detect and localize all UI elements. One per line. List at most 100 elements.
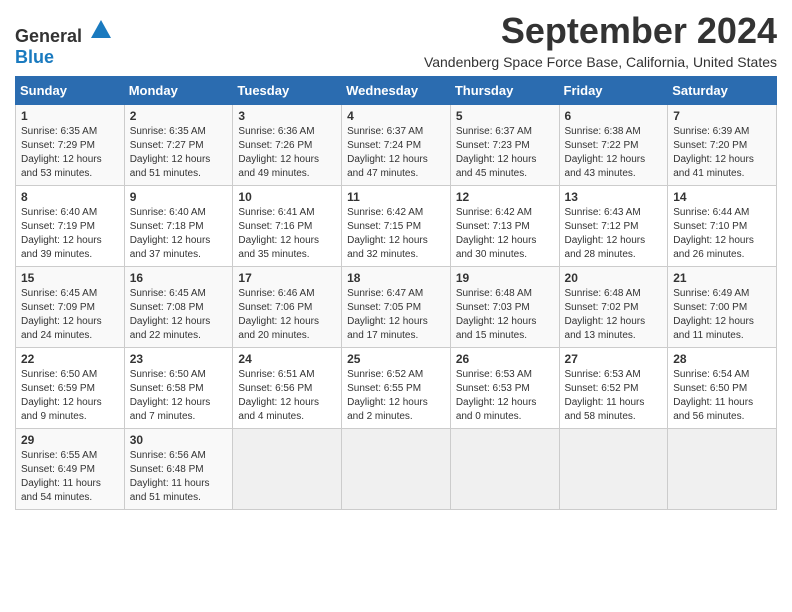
calendar-cell: 26 Sunrise: 6:53 AM Sunset: 6:53 PM Dayli… xyxy=(450,348,559,429)
days-header-row: SundayMondayTuesdayWednesdayThursdayFrid… xyxy=(16,77,777,105)
calendar-cell: 13Sunrise: 6:43 AM Sunset: 7:12 PM Dayli… xyxy=(559,186,668,267)
day-info: Sunrise: 6:42 AM Sunset: 7:13 PM Dayligh… xyxy=(456,206,554,262)
logo-general: General xyxy=(15,26,82,46)
day-number: 13 xyxy=(565,190,663,204)
calendar-cell: 29 Sunrise: 6:55 AM Sunset: 6:49 PM Dayli… xyxy=(16,429,125,510)
calendar-week-row: 15 Sunrise: 6:45 AM Sunset: 7:09 PM Dayli… xyxy=(16,267,777,348)
day-number: 27 xyxy=(565,352,663,366)
calendar-cell: 17Sunrise: 6:46 AM Sunset: 7:06 PM Dayli… xyxy=(233,267,342,348)
logo: General Blue xyxy=(15,18,113,68)
day-info: Sunrise: 6:48 AM Sunset: 7:02 PM Dayligh… xyxy=(565,287,663,343)
day-number: 3 xyxy=(238,109,336,123)
day-info: Sunrise: 6:42 AM Sunset: 7:15 PM Dayligh… xyxy=(347,206,445,262)
calendar-cell: 15 Sunrise: 6:45 AM Sunset: 7:09 PM Dayli… xyxy=(16,267,125,348)
calendar-cell: 10 Sunrise: 6:41 AM Sunset: 7:16 PM Dayli… xyxy=(233,186,342,267)
calendar-cell: 19 Sunrise: 6:48 AM Sunset: 7:03 PM Dayli… xyxy=(450,267,559,348)
day-number: 29 xyxy=(21,433,119,447)
day-info: Sunrise: 6:52 AM Sunset: 6:55 PM Dayligh… xyxy=(347,368,445,424)
day-info: Sunrise: 6:44 AM Sunset: 7:10 PM Dayligh… xyxy=(673,206,771,262)
calendar-cell: 25 Sunrise: 6:52 AM Sunset: 6:55 PM Dayli… xyxy=(342,348,451,429)
calendar-cell: 7 Sunrise: 6:39 AM Sunset: 7:20 PM Daylig… xyxy=(668,105,777,186)
calendar-cell: 22 Sunrise: 6:50 AM Sunset: 6:59 PM Dayli… xyxy=(16,348,125,429)
header: General Blue September 2024 Vandenberg S… xyxy=(15,10,777,70)
calendar-cell xyxy=(668,429,777,510)
day-of-week-header: Friday xyxy=(559,77,668,105)
calendar-cell: 30Sunrise: 6:56 AM Sunset: 6:48 PM Dayli… xyxy=(124,429,233,510)
day-number: 9 xyxy=(130,190,228,204)
day-number: 5 xyxy=(456,109,554,123)
day-info: Sunrise: 6:56 AM Sunset: 6:48 PM Dayligh… xyxy=(130,449,228,505)
calendar-cell: 18 Sunrise: 6:47 AM Sunset: 7:05 PM Dayli… xyxy=(342,267,451,348)
day-of-week-header: Saturday xyxy=(668,77,777,105)
day-number: 20 xyxy=(565,271,663,285)
calendar-cell: 2Sunrise: 6:35 AM Sunset: 7:27 PM Daylig… xyxy=(124,105,233,186)
day-info: Sunrise: 6:38 AM Sunset: 7:22 PM Dayligh… xyxy=(565,125,663,181)
day-number: 10 xyxy=(238,190,336,204)
day-info: Sunrise: 6:45 AM Sunset: 7:08 PM Dayligh… xyxy=(130,287,228,343)
calendar-cell: 20 Sunrise: 6:48 AM Sunset: 7:02 PM Dayli… xyxy=(559,267,668,348)
calendar-cell: 3 Sunrise: 6:36 AM Sunset: 7:26 PM Daylig… xyxy=(233,105,342,186)
day-info: Sunrise: 6:53 AM Sunset: 6:52 PM Dayligh… xyxy=(565,368,663,424)
day-number: 22 xyxy=(21,352,119,366)
day-info: Sunrise: 6:50 AM Sunset: 6:59 PM Dayligh… xyxy=(21,368,119,424)
calendar-cell xyxy=(342,429,451,510)
day-info: Sunrise: 6:40 AM Sunset: 7:19 PM Dayligh… xyxy=(21,206,119,262)
calendar-cell xyxy=(233,429,342,510)
day-info: Sunrise: 6:40 AM Sunset: 7:18 PM Dayligh… xyxy=(130,206,228,262)
calendar-cell: 28 Sunrise: 6:54 AM Sunset: 6:50 PM Dayli… xyxy=(668,348,777,429)
day-info: Sunrise: 6:50 AM Sunset: 6:58 PM Dayligh… xyxy=(130,368,228,424)
day-number: 16 xyxy=(130,271,228,285)
day-of-week-header: Thursday xyxy=(450,77,559,105)
day-number: 24 xyxy=(238,352,336,366)
day-info: Sunrise: 6:46 AM Sunset: 7:06 PM Dayligh… xyxy=(238,287,336,343)
calendar-cell: 12Sunrise: 6:42 AM Sunset: 7:13 PM Dayli… xyxy=(450,186,559,267)
calendar-cell xyxy=(450,429,559,510)
day-info: Sunrise: 6:35 AM Sunset: 7:29 PM Dayligh… xyxy=(21,125,119,181)
day-number: 11 xyxy=(347,190,445,204)
calendar-cell: 6 Sunrise: 6:38 AM Sunset: 7:22 PM Daylig… xyxy=(559,105,668,186)
day-info: Sunrise: 6:53 AM Sunset: 6:53 PM Dayligh… xyxy=(456,368,554,424)
day-info: Sunrise: 6:45 AM Sunset: 7:09 PM Dayligh… xyxy=(21,287,119,343)
day-info: Sunrise: 6:37 AM Sunset: 7:23 PM Dayligh… xyxy=(456,125,554,181)
day-of-week-header: Tuesday xyxy=(233,77,342,105)
day-number: 25 xyxy=(347,352,445,366)
day-info: Sunrise: 6:41 AM Sunset: 7:16 PM Dayligh… xyxy=(238,206,336,262)
day-number: 15 xyxy=(21,271,119,285)
calendar-cell: 21Sunrise: 6:49 AM Sunset: 7:00 PM Dayli… xyxy=(668,267,777,348)
day-info: Sunrise: 6:36 AM Sunset: 7:26 PM Dayligh… xyxy=(238,125,336,181)
calendar-cell: 9 Sunrise: 6:40 AM Sunset: 7:18 PM Daylig… xyxy=(124,186,233,267)
day-of-week-header: Sunday xyxy=(16,77,125,105)
day-number: 7 xyxy=(673,109,771,123)
day-info: Sunrise: 6:49 AM Sunset: 7:00 PM Dayligh… xyxy=(673,287,771,343)
day-info: Sunrise: 6:48 AM Sunset: 7:03 PM Dayligh… xyxy=(456,287,554,343)
logo-icon xyxy=(89,18,113,42)
day-info: Sunrise: 6:39 AM Sunset: 7:20 PM Dayligh… xyxy=(673,125,771,181)
day-number: 4 xyxy=(347,109,445,123)
title-area: September 2024 Vandenberg Space Force Ba… xyxy=(424,10,777,70)
calendar-cell xyxy=(559,429,668,510)
day-info: Sunrise: 6:47 AM Sunset: 7:05 PM Dayligh… xyxy=(347,287,445,343)
day-number: 6 xyxy=(565,109,663,123)
day-info: Sunrise: 6:37 AM Sunset: 7:24 PM Dayligh… xyxy=(347,125,445,181)
day-info: Sunrise: 6:54 AM Sunset: 6:50 PM Dayligh… xyxy=(673,368,771,424)
day-number: 18 xyxy=(347,271,445,285)
calendar-table: SundayMondayTuesdayWednesdayThursdayFrid… xyxy=(15,76,777,510)
calendar-cell: 24Sunrise: 6:51 AM Sunset: 6:56 PM Dayli… xyxy=(233,348,342,429)
day-number: 14 xyxy=(673,190,771,204)
calendar-cell: 14 Sunrise: 6:44 AM Sunset: 7:10 PM Dayli… xyxy=(668,186,777,267)
calendar-week-row: 1Sunrise: 6:35 AM Sunset: 7:29 PM Daylig… xyxy=(16,105,777,186)
calendar-cell: 23 Sunrise: 6:50 AM Sunset: 6:58 PM Dayli… xyxy=(124,348,233,429)
calendar-cell: 4 Sunrise: 6:37 AM Sunset: 7:24 PM Daylig… xyxy=(342,105,451,186)
day-number: 28 xyxy=(673,352,771,366)
day-number: 19 xyxy=(456,271,554,285)
calendar-week-row: 8Sunrise: 6:40 AM Sunset: 7:19 PM Daylig… xyxy=(16,186,777,267)
day-info: Sunrise: 6:35 AM Sunset: 7:27 PM Dayligh… xyxy=(130,125,228,181)
calendar-cell: 8Sunrise: 6:40 AM Sunset: 7:19 PM Daylig… xyxy=(16,186,125,267)
subtitle: Vandenberg Space Force Base, California,… xyxy=(424,54,777,70)
calendar-cell: 16 Sunrise: 6:45 AM Sunset: 7:08 PM Dayli… xyxy=(124,267,233,348)
day-of-week-header: Wednesday xyxy=(342,77,451,105)
day-number: 23 xyxy=(130,352,228,366)
calendar-week-row: 22 Sunrise: 6:50 AM Sunset: 6:59 PM Dayli… xyxy=(16,348,777,429)
day-number: 26 xyxy=(456,352,554,366)
day-info: Sunrise: 6:55 AM Sunset: 6:49 PM Dayligh… xyxy=(21,449,119,505)
